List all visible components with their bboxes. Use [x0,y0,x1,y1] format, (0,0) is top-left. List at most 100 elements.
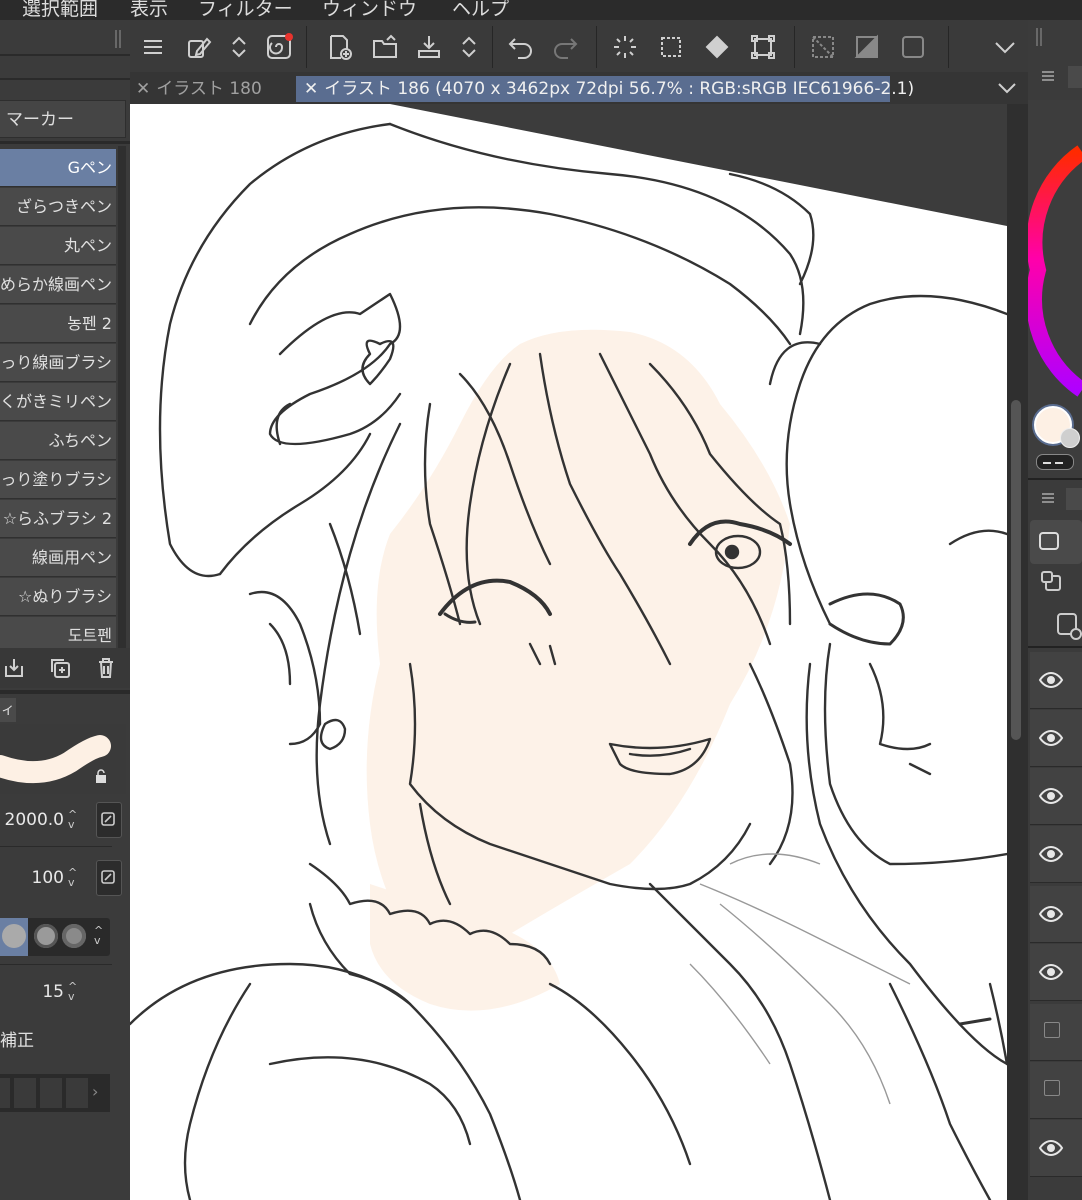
panel-menu-icon[interactable] [1040,68,1056,82]
list-item[interactable]: ☆ぬりブラシ [0,578,116,616]
menu-item-filter[interactable]: フィルター [198,0,293,20]
list-item[interactable]: ☆らふブラシ 2 [0,500,116,538]
layer-visibility-checkbox[interactable] [1044,1022,1060,1038]
clear-icon[interactable] [808,32,838,62]
undo-icon[interactable] [506,32,536,62]
spin-arrows-icon[interactable]: ^ v [68,981,77,1002]
eye-icon[interactable] [1030,944,1082,1004]
fill-layer-icon[interactable] [852,32,882,62]
eye-icon[interactable] [1030,768,1082,828]
menu-item-help[interactable]: ヘルプ [452,0,509,20]
duplicate-icon[interactable] [48,656,72,680]
rect-select-icon[interactable] [1038,530,1060,552]
list-item[interactable]: 丸ペン [0,227,116,265]
close-icon[interactable]: ✕ [304,76,318,102]
preset-slot[interactable] [0,1078,10,1108]
preset-slot[interactable] [14,1078,36,1108]
preset-slot[interactable] [40,1078,62,1108]
list-item[interactable]: っり線画ブラシ [0,344,116,382]
opacity-toggle-button[interactable] [96,860,122,896]
drawing-canvas[interactable] [130,104,1007,1200]
eye-icon[interactable] [1030,886,1082,946]
opacity-value[interactable]: 100 [32,868,64,888]
open-folder-icon[interactable] [370,32,400,62]
panel-menu-icon[interactable] [1040,490,1056,504]
list-item[interactable]: めらか線画ペン [0,266,116,304]
chevron-down-icon[interactable] [996,78,1018,98]
tip-option[interactable] [34,924,58,948]
select-icon[interactable] [656,32,686,62]
layer-panel-tab[interactable] [1066,488,1082,510]
list-item[interactable]: 농펜 2 [0,305,116,343]
tab-illust-186[interactable]: ✕ イラスト 186 (4070 x 3462px 72dpi 56.7% : R… [296,76,914,102]
arrow-updown-icon[interactable] [224,32,254,62]
chevron-down-icon[interactable] [990,32,1020,62]
new-canvas-icon[interactable] [324,32,354,62]
menu-icon[interactable] [138,32,168,62]
transparent-color-toggle[interactable] [1036,454,1074,470]
panel-grip-icon[interactable] [113,28,123,50]
color-panel-tab[interactable] [1068,66,1082,88]
loading-icon[interactable] [610,32,640,62]
close-icon[interactable]: ✕ [136,76,150,102]
preset-slot[interactable] [66,1078,88,1108]
tool-property-tab[interactable]: ィ [0,698,16,722]
pressure-toggle-button[interactable] [96,802,122,838]
redo-icon[interactable] [550,32,580,62]
layer-row[interactable] [1030,710,1082,767]
spiral-icon[interactable] [264,32,294,62]
edit-brush-icon[interactable] [184,32,214,62]
list-item[interactable]: Gペン [0,149,116,187]
tip-option[interactable] [62,924,86,948]
layer-row[interactable] [1030,1120,1082,1177]
layer-row[interactable] [1030,826,1082,883]
menu-item-view[interactable]: 表示 [130,0,168,20]
selection-border-icon[interactable] [898,32,928,62]
import-icon[interactable] [2,656,26,680]
layer-row[interactable] [1030,886,1082,943]
arrow-updown-icon[interactable] [454,32,484,62]
fill-icon[interactable] [702,32,732,62]
layer-row[interactable] [1030,944,1082,1001]
menu-item-selection[interactable]: 選択範囲 [22,0,98,20]
menu-item-window[interactable]: ウィンドウ [322,0,417,20]
list-item[interactable]: ざらつきペン [0,188,116,226]
transform-icon[interactable] [748,32,778,62]
new-layer-icon[interactable] [1056,612,1082,640]
document-tab-bar: ✕ イラスト 180 ✕ イラスト 186 (4070 x 3462px 72dpi… [130,72,1028,104]
list-item[interactable]: っり塗りブラシ [0,461,116,499]
layer-visibility-checkbox[interactable] [1044,1080,1060,1096]
layer-toolbar [1030,520,1082,564]
stabilization-value[interactable]: 15 [42,982,64,1002]
layer-row[interactable] [1030,1062,1082,1119]
spin-arrows-icon[interactable]: ^ v [94,925,103,946]
tab-illust-180[interactable]: ✕ イラスト 180 [136,76,296,102]
brush-size-value[interactable]: 2000.0 [5,810,64,830]
trash-icon[interactable] [94,656,118,680]
panel-grip-icon[interactable] [1034,26,1044,48]
panel-divider [1028,646,1082,648]
eye-icon[interactable] [1030,826,1082,886]
eye-icon[interactable] [1030,1120,1082,1180]
canvas-scroll-thumb[interactable] [1011,400,1021,740]
panel-divider [0,964,112,965]
list-item[interactable]: ふちペン [0,422,116,460]
spin-arrows-icon[interactable]: ^ v [68,809,77,830]
spin-arrows-icon[interactable]: ^ v [68,867,77,888]
layer-copy-icon[interactable] [1040,570,1064,594]
list-item[interactable]: 線画用ペン [0,539,116,577]
layer-row[interactable] [1030,768,1082,825]
list-item[interactable]: くがきミリペン [0,383,116,421]
chevron-right-icon[interactable]: › [92,1082,98,1101]
brush-group-button[interactable]: マーカー [0,100,126,138]
layer-row[interactable] [1030,1004,1082,1061]
lock-icon [94,768,108,783]
layer-row[interactable] [1030,652,1082,709]
sub-color-swatch[interactable] [1060,428,1080,448]
tip-option[interactable] [2,924,26,948]
list-item[interactable]: 도트펜 [0,617,116,648]
eye-icon[interactable] [1030,652,1082,712]
brush-list-scrollbar[interactable] [118,146,126,648]
eye-icon[interactable] [1030,710,1082,770]
export-icon[interactable] [414,32,444,62]
